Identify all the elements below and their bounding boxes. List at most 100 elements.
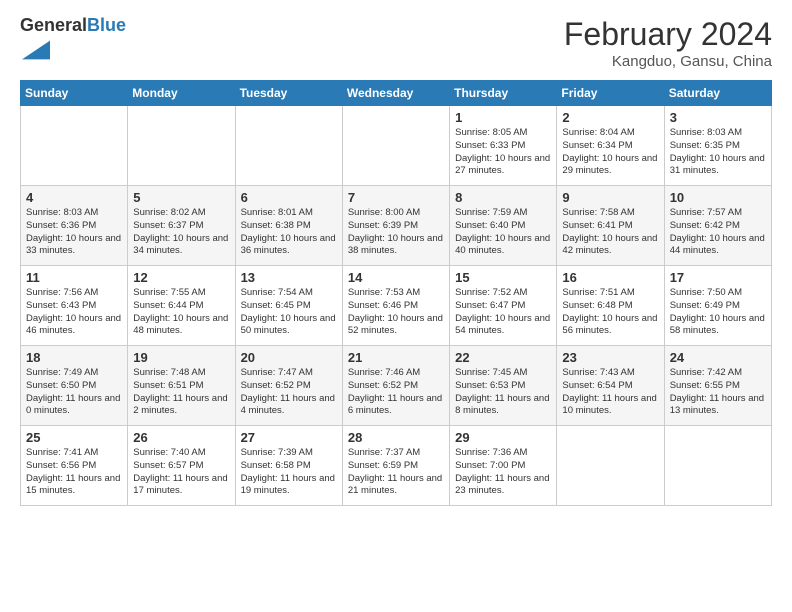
day-number: 17	[670, 270, 766, 285]
day-info: Sunrise: 8:03 AM Sunset: 6:35 PM Dayligh…	[670, 127, 766, 178]
day-info: Sunrise: 7:36 AM Sunset: 7:00 PM Dayligh…	[455, 447, 551, 498]
day-info: Sunrise: 7:56 AM Sunset: 6:43 PM Dayligh…	[26, 287, 122, 338]
title-block: February 2024 Kangduo, Gansu, China	[564, 16, 772, 70]
day-info: Sunrise: 7:55 AM Sunset: 6:44 PM Dayligh…	[133, 287, 229, 338]
day-info: Sunrise: 7:54 AM Sunset: 6:45 PM Dayligh…	[241, 287, 337, 338]
day-info: Sunrise: 7:57 AM Sunset: 6:42 PM Dayligh…	[670, 207, 766, 258]
col-header-saturday: Saturday	[664, 81, 771, 106]
day-cell: 7 Sunrise: 8:00 AM Sunset: 6:39 PM Daylig…	[342, 186, 449, 266]
day-cell: 20 Sunrise: 7:47 AM Sunset: 6:52 PM Dayli…	[235, 346, 342, 426]
day-cell: 10 Sunrise: 7:57 AM Sunset: 6:42 PM Dayli…	[664, 186, 771, 266]
day-number: 24	[670, 350, 766, 365]
col-header-monday: Monday	[128, 81, 235, 106]
week-row-4: 18Sunrise: 7:49 AM Sunset: 6:50 PM Dayli…	[21, 346, 772, 426]
week-row-5: 25Sunrise: 7:41 AM Sunset: 6:56 PM Dayli…	[21, 426, 772, 506]
logo-blue: Blue	[87, 15, 126, 35]
day-info: Sunrise: 8:03 AM Sunset: 6:36 PM Dayligh…	[26, 207, 122, 258]
day-number: 29	[455, 430, 551, 445]
day-number: 14	[348, 270, 444, 285]
day-cell: 27 Sunrise: 7:39 AM Sunset: 6:58 PM Dayli…	[235, 426, 342, 506]
day-cell: 4 Sunrise: 8:03 AM Sunset: 6:36 PM Daylig…	[21, 186, 128, 266]
day-info: Sunrise: 7:41 AM Sunset: 6:56 PM Dayligh…	[26, 447, 122, 498]
day-number: 21	[348, 350, 444, 365]
day-cell	[664, 426, 771, 506]
day-info: Sunrise: 8:01 AM Sunset: 6:38 PM Dayligh…	[241, 207, 337, 258]
day-number: 16	[562, 270, 658, 285]
day-info: Sunrise: 7:50 AM Sunset: 6:49 PM Dayligh…	[670, 287, 766, 338]
day-cell: 24 Sunrise: 7:42 AM Sunset: 6:55 PM Dayli…	[664, 346, 771, 426]
day-cell: 9 Sunrise: 7:58 AM Sunset: 6:41 PM Daylig…	[557, 186, 664, 266]
day-cell: 1 Sunrise: 8:05 AM Sunset: 6:33 PM Daylig…	[450, 106, 557, 186]
day-number: 13	[241, 270, 337, 285]
week-row-3: 11 Sunrise: 7:56 AM Sunset: 6:43 PM Dayli…	[21, 266, 772, 346]
logo-icon	[22, 36, 50, 64]
day-cell: 6 Sunrise: 8:01 AM Sunset: 6:38 PM Daylig…	[235, 186, 342, 266]
col-header-sunday: Sunday	[21, 81, 128, 106]
day-info: Sunrise: 7:58 AM Sunset: 6:41 PM Dayligh…	[562, 207, 658, 258]
day-number: 20	[241, 350, 337, 365]
day-cell: 5 Sunrise: 8:02 AM Sunset: 6:37 PM Daylig…	[128, 186, 235, 266]
day-info: Sunrise: 7:42 AM Sunset: 6:55 PM Dayligh…	[670, 367, 766, 418]
day-info: Sunrise: 7:37 AM Sunset: 6:59 PM Dayligh…	[348, 447, 444, 498]
day-number: 4	[26, 190, 122, 205]
header: GeneralBlue February 2024 Kangduo, Gansu…	[20, 16, 772, 70]
day-info: Sunrise: 7:43 AM Sunset: 6:54 PM Dayligh…	[562, 367, 658, 418]
day-number: 11	[26, 270, 122, 285]
day-cell: 23 Sunrise: 7:43 AM Sunset: 6:54 PM Dayli…	[557, 346, 664, 426]
day-number: 10	[670, 190, 766, 205]
day-cell: 29 Sunrise: 7:36 AM Sunset: 7:00 PM Dayli…	[450, 426, 557, 506]
day-number: 9	[562, 190, 658, 205]
day-number: 27	[241, 430, 337, 445]
page: GeneralBlue February 2024 Kangduo, Gansu…	[0, 0, 792, 612]
day-cell: 22Sunrise: 7:45 AM Sunset: 6:53 PM Dayli…	[450, 346, 557, 426]
day-number: 1	[455, 110, 551, 125]
day-info: Sunrise: 8:05 AM Sunset: 6:33 PM Dayligh…	[455, 127, 551, 178]
day-number: 7	[348, 190, 444, 205]
day-number: 3	[670, 110, 766, 125]
day-cell: 17 Sunrise: 7:50 AM Sunset: 6:49 PM Dayli…	[664, 266, 771, 346]
logo: GeneralBlue	[20, 16, 126, 69]
day-cell: 21Sunrise: 7:46 AM Sunset: 6:52 PM Dayli…	[342, 346, 449, 426]
day-info: Sunrise: 7:47 AM Sunset: 6:52 PM Dayligh…	[241, 367, 337, 418]
day-number: 23	[562, 350, 658, 365]
month-year: February 2024	[564, 16, 772, 53]
day-cell: 15 Sunrise: 7:52 AM Sunset: 6:47 PM Dayli…	[450, 266, 557, 346]
day-number: 2	[562, 110, 658, 125]
day-cell: 28 Sunrise: 7:37 AM Sunset: 6:59 PM Dayli…	[342, 426, 449, 506]
day-number: 28	[348, 430, 444, 445]
location: Kangduo, Gansu, China	[564, 53, 772, 70]
day-cell: 2Sunrise: 8:04 AM Sunset: 6:34 PM Daylig…	[557, 106, 664, 186]
day-number: 15	[455, 270, 551, 285]
day-cell	[21, 106, 128, 186]
day-cell: 13 Sunrise: 7:54 AM Sunset: 6:45 PM Dayli…	[235, 266, 342, 346]
day-info: Sunrise: 7:52 AM Sunset: 6:47 PM Dayligh…	[455, 287, 551, 338]
col-header-friday: Friday	[557, 81, 664, 106]
day-number: 5	[133, 190, 229, 205]
day-info: Sunrise: 8:02 AM Sunset: 6:37 PM Dayligh…	[133, 207, 229, 258]
day-number: 6	[241, 190, 337, 205]
week-row-1: 1 Sunrise: 8:05 AM Sunset: 6:33 PM Daylig…	[21, 106, 772, 186]
header-row: SundayMondayTuesdayWednesdayThursdayFrid…	[21, 81, 772, 106]
day-info: Sunrise: 7:45 AM Sunset: 6:53 PM Dayligh…	[455, 367, 551, 418]
col-header-wednesday: Wednesday	[342, 81, 449, 106]
day-info: Sunrise: 7:39 AM Sunset: 6:58 PM Dayligh…	[241, 447, 337, 498]
week-row-2: 4 Sunrise: 8:03 AM Sunset: 6:36 PM Daylig…	[21, 186, 772, 266]
day-info: Sunrise: 7:59 AM Sunset: 6:40 PM Dayligh…	[455, 207, 551, 258]
day-info: Sunrise: 7:49 AM Sunset: 6:50 PM Dayligh…	[26, 367, 122, 418]
day-cell	[128, 106, 235, 186]
day-info: Sunrise: 7:40 AM Sunset: 6:57 PM Dayligh…	[133, 447, 229, 498]
day-number: 19	[133, 350, 229, 365]
col-header-thursday: Thursday	[450, 81, 557, 106]
day-info: Sunrise: 7:51 AM Sunset: 6:48 PM Dayligh…	[562, 287, 658, 338]
day-cell: 14Sunrise: 7:53 AM Sunset: 6:46 PM Dayli…	[342, 266, 449, 346]
day-cell: 19 Sunrise: 7:48 AM Sunset: 6:51 PM Dayli…	[128, 346, 235, 426]
day-cell: 25Sunrise: 7:41 AM Sunset: 6:56 PM Dayli…	[21, 426, 128, 506]
day-info: Sunrise: 8:00 AM Sunset: 6:39 PM Dayligh…	[348, 207, 444, 258]
day-cell: 12Sunrise: 7:55 AM Sunset: 6:44 PM Dayli…	[128, 266, 235, 346]
day-cell: 11 Sunrise: 7:56 AM Sunset: 6:43 PM Dayli…	[21, 266, 128, 346]
day-number: 8	[455, 190, 551, 205]
day-info: Sunrise: 7:48 AM Sunset: 6:51 PM Dayligh…	[133, 367, 229, 418]
logo-general: General	[20, 15, 87, 35]
day-cell: 3 Sunrise: 8:03 AM Sunset: 6:35 PM Daylig…	[664, 106, 771, 186]
day-cell: 8 Sunrise: 7:59 AM Sunset: 6:40 PM Daylig…	[450, 186, 557, 266]
